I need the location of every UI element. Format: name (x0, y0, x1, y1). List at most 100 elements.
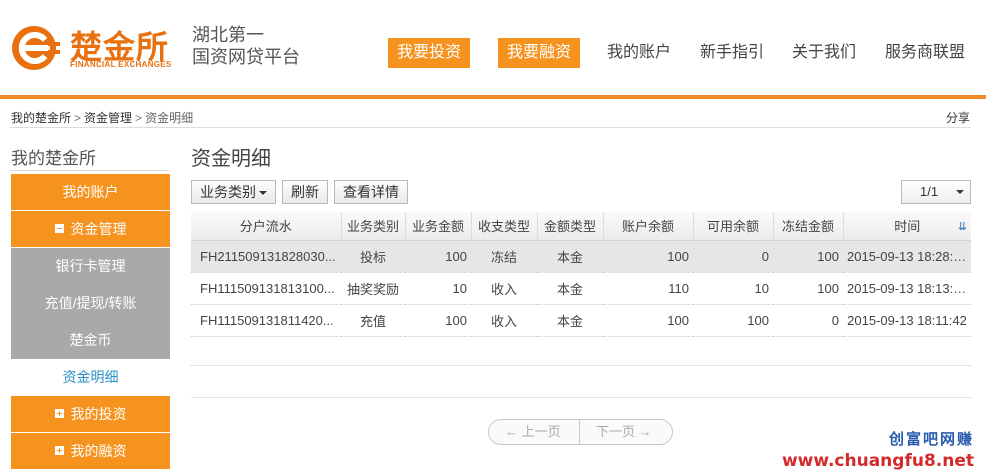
cell-amount-type: 本金 (537, 304, 603, 337)
chevron-down-icon (259, 191, 267, 195)
sidebar: 我的账户 资金管理 银行卡管理 充值/提现/转账 楚金币 资金明细 我的投资 我… (11, 174, 170, 470)
prev-page-button[interactable]: ← 上一页 (505, 420, 561, 444)
table-header-row: 分户流水 业务类别 业务金额 收支类型 金额类型 账户余额 可用余额 冻结金额 … (191, 212, 971, 241)
cell-available: 100 (693, 304, 773, 337)
nav-partners[interactable]: 服务商联盟 (885, 38, 965, 68)
cell-time: 2015-09-13 18:11:42 (843, 304, 971, 337)
fund-details-table: 分户流水 业务类别 业务金额 收支类型 金额类型 账户余额 可用余额 冻结金额 … (191, 212, 971, 337)
column-header[interactable]: 金额类型 (537, 212, 604, 241)
category-dropdown[interactable]: 业务类别 (191, 180, 276, 204)
breadcrumb-divider (10, 127, 970, 128)
table-row[interactable]: FH111509131813100... 抽奖奖励 10 收入 本金 110 1… (191, 272, 971, 305)
cell-amount-type: 本金 (537, 272, 603, 305)
column-header-label: 时间 (894, 219, 921, 235)
sidebar-item-my-account[interactable]: 我的账户 (11, 174, 170, 211)
sidebar-item-label: 资金管理 (70, 221, 127, 237)
sidebar-item-coins[interactable]: 楚金币 (11, 322, 170, 359)
slogan: 湖北第一 国资网贷平台 (192, 24, 300, 68)
next-page-label: 下一页 (596, 424, 636, 439)
column-header[interactable]: 业务类别 (341, 212, 406, 241)
table-bottom-divider (191, 397, 971, 398)
column-header[interactable]: 冻结金额 (773, 212, 844, 241)
slogan-line-2: 国资网贷平台 (192, 47, 300, 67)
cell-flow-type: 冻结 (471, 240, 537, 273)
nav-guide[interactable]: 新手指引 (700, 38, 764, 68)
pagination-divider (579, 420, 580, 444)
sidebar-item-label: 我的账户 (62, 184, 119, 200)
page-title: 资金明细 (191, 148, 271, 170)
cell-amount: 10 (405, 272, 471, 305)
cell-available: 0 (693, 240, 773, 273)
cell-category: 抽奖奖励 (341, 272, 405, 305)
cell-balance: 100 (603, 240, 693, 273)
sidebar-item-label: 我的融资 (70, 443, 127, 459)
sidebar-item-my-financing[interactable]: 我的融资 (11, 433, 170, 470)
header-divider (0, 95, 986, 99)
expand-icon (54, 409, 64, 418)
sidebar-item-label: 我的投资 (70, 406, 127, 422)
watermark: 创富吧网赚 www.chuangfu8.net (782, 428, 974, 471)
watermark-line-2: www.chuangfu8.net (781, 451, 974, 471)
cell-amount: 100 (405, 304, 471, 337)
logo-subtext: FINANCIAL EXCHANGES (70, 60, 172, 69)
watermark-line-1: 创富吧网赚 (888, 431, 974, 448)
cell-frozen: 0 (773, 304, 843, 337)
sidebar-item-label: 楚金币 (69, 332, 112, 348)
sidebar-item-my-investments[interactable]: 我的投资 (11, 396, 170, 433)
site-logo[interactable]: 楚金所 FINANCIAL EXCHANGES (10, 20, 185, 75)
column-header[interactable]: 收支类型 (471, 212, 538, 241)
sidebar-item-fund-management[interactable]: 资金管理 (11, 211, 170, 248)
refresh-button[interactable]: 刷新 (282, 180, 328, 204)
cell-amount: 100 (405, 240, 471, 273)
prev-page-label: 上一页 (521, 424, 561, 439)
cell-flow-type: 收入 (471, 304, 537, 337)
slogan-line-1: 湖北第一 (192, 25, 264, 45)
expand-icon (54, 446, 64, 455)
breadcrumb-separator: > (135, 111, 143, 125)
column-header[interactable]: 账户余额 (603, 212, 694, 241)
arrow-left-icon: ← (505, 424, 518, 439)
view-details-button[interactable]: 查看详情 (334, 180, 408, 204)
column-header-time[interactable]: 时间 ⇊ (843, 212, 971, 241)
page-select-value: 1/1 (920, 184, 939, 199)
double-chevron-down-icon[interactable]: ⇊ (958, 220, 967, 233)
table-row[interactable]: FH111509131811420... 充值 100 收入 本金 100 10… (191, 304, 971, 337)
column-header[interactable]: 可用余额 (693, 212, 774, 241)
cell-flow-type: 收入 (471, 272, 537, 305)
sidebar-item-fund-details[interactable]: 资金明细 (11, 359, 170, 396)
breadcrumb: 我的楚金所 > 资金管理 > 资金明细 (11, 109, 193, 126)
nav-financing[interactable]: 我要融资 (498, 38, 581, 68)
logo-icon (12, 26, 60, 70)
column-header[interactable]: 分户流水 (191, 212, 342, 241)
table-row[interactable]: FH211509131828030... 投标 100 冻结 本金 100 0 … (191, 240, 971, 273)
cell-time: 2015-09-13 18:28:03 (843, 240, 971, 273)
nav-about[interactable]: 关于我们 (792, 38, 856, 68)
pagination: ← 上一页 下一页 → (488, 419, 673, 445)
cell-category: 充值 (341, 304, 405, 337)
breadcrumb-home[interactable]: 我的楚金所 (11, 111, 71, 125)
cell-frozen: 100 (773, 240, 843, 273)
sidebar-item-label: 银行卡管理 (55, 258, 126, 274)
cell-category: 投标 (341, 240, 405, 273)
page-select[interactable]: 1/1 (901, 180, 971, 204)
breadcrumb-fund-management[interactable]: 资金管理 (84, 111, 132, 125)
nav-invest[interactable]: 我要投资 (388, 38, 471, 68)
collapse-icon (54, 224, 64, 233)
nav-my-account[interactable]: 我的账户 (607, 38, 671, 68)
category-dropdown-label: 业务类别 (200, 184, 256, 200)
sidebar-title: 我的楚金所 (11, 149, 96, 168)
arrow-right-icon: → (638, 424, 652, 439)
cell-frozen: 100 (773, 272, 843, 305)
sidebar-title-divider (10, 170, 170, 171)
site-header: 楚金所 FINANCIAL EXCHANGES 湖北第一 国资网贷平台 我要投资… (0, 0, 986, 95)
cell-amount-type: 本金 (537, 240, 603, 273)
cell-serial: FH111509131811420... (191, 304, 341, 337)
cell-serial: FH111509131813100... (191, 272, 341, 305)
sidebar-item-deposit-withdraw[interactable]: 充值/提现/转账 (11, 285, 170, 322)
next-page-button[interactable]: 下一页 → (596, 420, 652, 444)
column-header[interactable]: 业务金额 (405, 212, 472, 241)
share-link[interactable]: 分享 (946, 109, 970, 126)
sidebar-item-bank-cards[interactable]: 银行卡管理 (11, 248, 170, 285)
cell-serial: FH211509131828030... (191, 240, 341, 273)
cell-time: 2015-09-13 18:13:10 (843, 272, 971, 305)
